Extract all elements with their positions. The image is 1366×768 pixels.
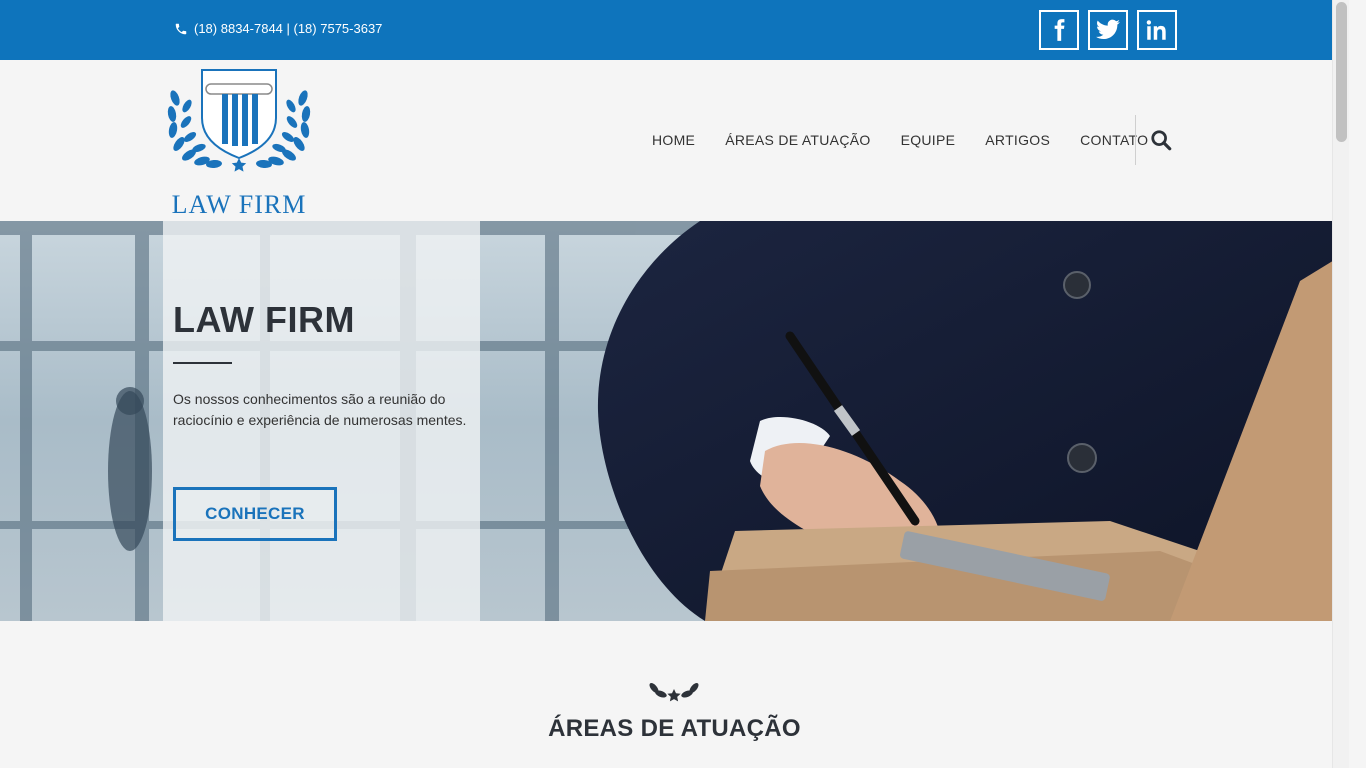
- nav-divider: [1135, 115, 1136, 165]
- logo-text: LAW FIRM: [171, 190, 307, 219]
- logo-emblem-icon: [167, 69, 311, 172]
- linkedin-button[interactable]: [1137, 10, 1177, 50]
- conhecer-button[interactable]: CONHECER: [173, 487, 337, 541]
- phone-numbers: (18) 8834-7844 | (18) 7575-3637: [194, 21, 383, 36]
- page: (18) 8834-7844 | (18) 7575-3637 LAW FIRM…: [0, 0, 1349, 768]
- top-bar: (18) 8834-7844 | (18) 7575-3637: [0, 0, 1349, 60]
- phone-info: (18) 8834-7844 | (18) 7575-3637: [174, 21, 382, 36]
- nav-item-areas[interactable]: ÁREAS DE ATUAÇÃO: [710, 132, 885, 148]
- twitter-button[interactable]: [1088, 10, 1128, 50]
- hero-divider: [173, 362, 232, 364]
- nav-item-home[interactable]: HOME: [637, 132, 710, 148]
- section-title: ÁREAS DE ATUAÇÃO: [548, 715, 801, 742]
- social-links: [1039, 10, 1177, 50]
- nav-item-contato[interactable]: CONTATO: [1065, 132, 1163, 148]
- laurel-star-icon: [649, 683, 699, 702]
- hero-description: Os nossos conhecimentos são a reunião do…: [173, 391, 467, 428]
- facebook-icon: [1054, 19, 1065, 41]
- main-nav: HOME ÁREAS DE ATUAÇÃO EQUIPE ARTIGOS CON…: [637, 132, 1163, 148]
- scrollbar[interactable]: [1332, 0, 1349, 768]
- phone-icon: [175, 23, 187, 34]
- logo[interactable]: LAW FIRM: [162, 68, 316, 219]
- nav-item-artigos[interactable]: ARTIGOS: [970, 132, 1065, 148]
- scrollbar-thumb[interactable]: [1336, 2, 1347, 142]
- twitter-icon: [1096, 19, 1120, 39]
- site-header: LAW FIRM HOME ÁREAS DE ATUAÇÃO EQUIPE AR…: [0, 60, 1349, 221]
- hero-title: LAW FIRM: [173, 299, 355, 340]
- facebook-button[interactable]: [1039, 10, 1079, 50]
- search-button[interactable]: [1150, 129, 1172, 151]
- nav-item-equipe[interactable]: EQUIPE: [886, 132, 971, 148]
- linkedin-icon: [1146, 20, 1166, 40]
- search-icon: [1151, 130, 1172, 151]
